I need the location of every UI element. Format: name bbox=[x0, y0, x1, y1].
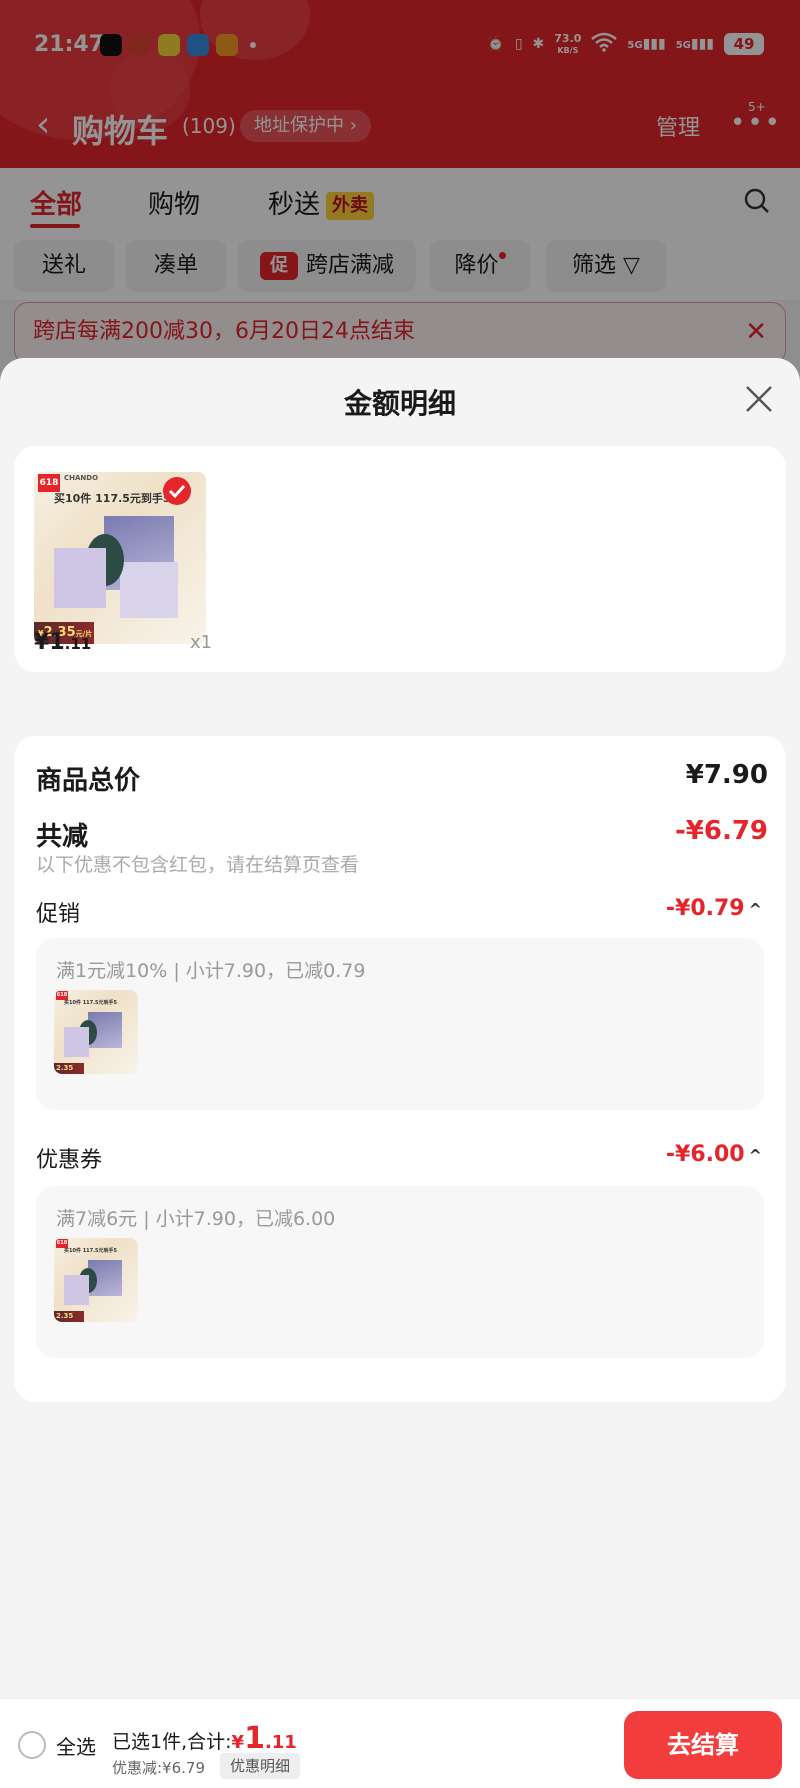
product-thumbnail: 618 买10件 117.5元到手5 2.35 bbox=[54, 1238, 138, 1322]
sheet-title: 金额明细 bbox=[343, 387, 456, 420]
promo-toggle[interactable]: -¥0.79 ^ bbox=[666, 896, 762, 921]
total-price-label: 商品总价 bbox=[36, 766, 141, 796]
close-icon[interactable] bbox=[744, 384, 774, 414]
product-card: 618 CHANDO 买10件 117.5元到手5 ¥2.35元/片 ¥1.11… bbox=[14, 446, 786, 672]
chevron-up-icon: ^ bbox=[748, 900, 762, 919]
product-thumbnail: 618 买10件 117.5元到手5 2.35 bbox=[54, 990, 138, 1074]
coupon-detail-box: 满7减6元 | 小计7.90，已减6.00 618 买10件 117.5元到手5… bbox=[36, 1186, 764, 1358]
chevron-up-icon: ^ bbox=[748, 1146, 762, 1165]
select-all-radio[interactable] bbox=[18, 1731, 46, 1759]
promo-description: 满1元减10% | 小计7.90，已减0.79 bbox=[56, 960, 366, 982]
checkout-bar: 全选 已选1件,合计:¥1.11 优惠减:¥6.79 优惠明细 去结算 bbox=[0, 1698, 800, 1788]
selected-check-icon bbox=[163, 477, 191, 505]
selected-summary: 已选1件,合计:¥1.11 bbox=[112, 1721, 297, 1756]
price-breakdown-card: 商品总价 ¥7.90 共减 -¥6.79 以下优惠不包含红包，请在结算页查看 促… bbox=[14, 736, 786, 1402]
amount-detail-sheet: 金额明细 618 CHANDO 买10件 117.5元到手5 ¥2.35元/片 … bbox=[0, 358, 800, 1698]
discount-value: -¥6.79 bbox=[674, 816, 768, 846]
total-price-value: ¥7.90 bbox=[685, 760, 768, 790]
coupon-description: 满7减6元 | 小计7.90，已减6.00 bbox=[56, 1208, 336, 1230]
select-all-label[interactable]: 全选 bbox=[56, 1731, 96, 1760]
promo-label: 促销 bbox=[36, 902, 81, 927]
discount-detail-button[interactable]: 优惠明细 bbox=[220, 1753, 301, 1779]
coupon-label: 优惠券 bbox=[36, 1148, 103, 1173]
coupon-toggle[interactable]: -¥6.00 ^ bbox=[666, 1142, 762, 1167]
item-quantity: x1 bbox=[190, 632, 213, 653]
discount-label: 共减 bbox=[36, 822, 89, 852]
promo-detail-box: 满1元减10% | 小计7.90，已减0.79 618 买10件 117.5元到… bbox=[36, 938, 764, 1110]
item-price: ¥1.11 bbox=[34, 630, 92, 655]
checkout-button[interactable]: 去结算 bbox=[624, 1711, 782, 1779]
discount-hint: 以下优惠不包含红包，请在结算页查看 bbox=[36, 854, 360, 876]
saved-amount: 优惠减:¥6.79 bbox=[112, 1759, 205, 1777]
